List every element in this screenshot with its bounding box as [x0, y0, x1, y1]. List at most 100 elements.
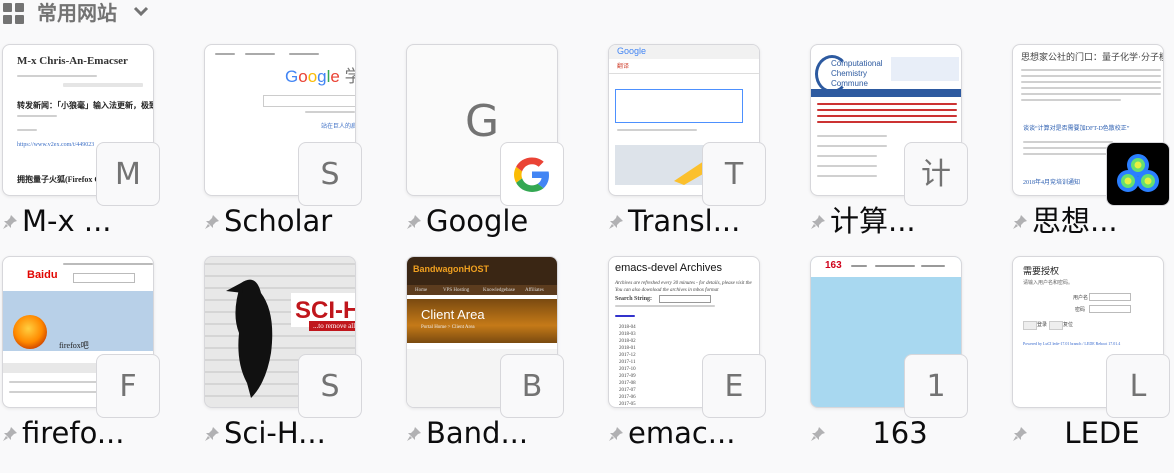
- month-item[interactable]: 2017-06: [619, 395, 636, 401]
- thumb-logo: Google: [617, 46, 647, 56]
- tile-scihub[interactable]: SCI-H ...to remove all S Sci-H...: [204, 256, 362, 456]
- tile-bandwagon[interactable]: BandwagonHOST Home VPS Hosting Knowledge…: [406, 256, 564, 456]
- thumb-sub: ...to remove all: [313, 322, 356, 330]
- nav-home: Home: [415, 288, 428, 293]
- month-item[interactable]: 2017-07: [619, 388, 636, 394]
- raven-icon: [226, 279, 273, 398]
- scholar-logo: Google 学术: [285, 67, 355, 86]
- thumb-title: Computational Chemistry Commune: [831, 59, 883, 88]
- thumb-date: 2018年4月兖培训通知: [1023, 180, 1081, 186]
- thumb-link: 谈谈“计算对是否需要加DFT-D色散校正”: [1023, 126, 1130, 132]
- month-item[interactable]: 2017-08: [619, 381, 636, 387]
- tile-letter: 1: [904, 354, 968, 418]
- tile-mx[interactable]: M-x Chris-An-Emacser 转发新闻：「小狼毫」输入法更新，极致0…: [2, 44, 160, 244]
- thumb-search: Search String:: [615, 296, 653, 302]
- thumb-tab: 翻译: [617, 64, 630, 70]
- grid-icon: [3, 3, 25, 25]
- thumb-intro2: You can also download the archives in mb…: [615, 288, 719, 293]
- tile-label[interactable]: 计算...: [830, 204, 916, 238]
- thumb-footer: Powered by LuCI lede-17.01 branch / LEDE…: [1023, 341, 1121, 346]
- tile-label[interactable]: Transl...: [628, 204, 740, 238]
- pin-icon[interactable]: [608, 214, 624, 230]
- month-item[interactable]: 2018-01: [619, 346, 636, 352]
- tile-label[interactable]: M-x ...: [22, 204, 112, 238]
- thumb-area: Client Area: [421, 307, 485, 322]
- chevron-down-icon[interactable]: [133, 6, 149, 18]
- month-item[interactable]: 2017-05: [619, 402, 636, 407]
- month-item[interactable]: 2017-12: [619, 353, 636, 359]
- tile-google[interactable]: G Google: [406, 44, 564, 244]
- tile-emacs-devel[interactable]: emacs-devel Archives Archives are refres…: [608, 256, 766, 456]
- month-item[interactable]: 2017-10: [619, 367, 636, 373]
- tile-comp-chem[interactable]: Computational Chemistry Commune 计 计算...: [810, 44, 968, 244]
- sobereva-favicon: [1106, 142, 1170, 206]
- pin-icon[interactable]: [406, 214, 422, 230]
- tile-firefox-tieba[interactable]: Baidu firefox吧 F firefo...: [2, 256, 160, 456]
- pin-icon[interactable]: [204, 426, 220, 442]
- month-item[interactable]: 2017-11: [619, 360, 635, 366]
- tile-scholar[interactable]: Google 学术 站在巨人的肩膀上 S Scholar: [204, 44, 362, 244]
- thumb-logo: Baidu: [27, 269, 58, 281]
- pin-icon[interactable]: [2, 214, 18, 230]
- thumb-pass: 密码: [1075, 308, 1086, 313]
- tile-letter: E: [702, 354, 766, 418]
- google-g-icon: [514, 157, 549, 192]
- thumb-name: firefox吧: [59, 341, 89, 350]
- tile-label[interactable]: LEDE: [1042, 416, 1162, 450]
- molecule-orbital-icon: [1117, 154, 1159, 192]
- thumb-sub: 请输入用户名和密码。: [1023, 281, 1074, 286]
- tile-label[interactable]: Band...: [426, 416, 528, 450]
- month-item[interactable]: 2018-02: [619, 339, 636, 345]
- month-item[interactable]: 2017-09: [619, 374, 636, 380]
- tile-lede[interactable]: 需要授权 请输入用户名和密码。 用户名 密码 登录 复位 Powered by …: [1012, 256, 1170, 456]
- month-item[interactable]: 2018-03: [619, 332, 636, 338]
- tile-letter: B: [500, 354, 564, 418]
- thumb-user: 用户名: [1073, 296, 1089, 301]
- thumb-link: https://www.v2ex.com/t/449023: [17, 142, 95, 148]
- tile-letter: M: [96, 142, 160, 206]
- month-item[interactable]: 2018-04: [619, 325, 636, 331]
- pin-icon[interactable]: [1012, 214, 1028, 230]
- tile-letter: S: [298, 354, 362, 418]
- tile-letter: S: [298, 142, 362, 206]
- pin-icon[interactable]: [810, 426, 826, 442]
- tile-label[interactable]: emac...: [628, 416, 735, 450]
- tile-translate[interactable]: Google 翻译 T Transl...: [608, 44, 766, 244]
- nav-kb: Knowledgebase: [483, 288, 515, 293]
- section-header[interactable]: 常用网站: [0, 0, 400, 28]
- pin-icon[interactable]: [204, 214, 220, 230]
- thumb-title: M-x Chris-An-Emacser: [17, 55, 128, 67]
- thumb-headline: 转发新闻：「小狼毫」输入法更新，极致0.11版: [17, 101, 153, 110]
- tile-letter: 计: [904, 142, 968, 206]
- google-favicon: [500, 142, 564, 206]
- thumb-link: 站在巨人的肩膀上: [321, 124, 356, 130]
- tile-sobereva[interactable]: 思想家公社的门口：量子化学·分子模拟 谈谈“计算对是否需要加DFT-D色散校正”…: [1012, 44, 1170, 244]
- thumb-title: 思想家公社的门口：量子化学·分子模拟: [1021, 52, 1164, 62]
- tile-letter: T: [702, 142, 766, 206]
- tile-label[interactable]: 思想...: [1032, 204, 1118, 238]
- tile-label[interactable]: Sci-H...: [224, 416, 326, 450]
- nav-vps: VPS Hosting: [443, 288, 470, 293]
- nav-aff: Affiliates: [525, 288, 544, 293]
- tile-label[interactable]: 163: [840, 416, 960, 450]
- thumb-title: emacs-devel Archives: [615, 262, 722, 274]
- tile-163[interactable]: 163 1 163: [810, 256, 968, 456]
- pin-icon[interactable]: [2, 426, 18, 442]
- pin-icon[interactable]: [406, 426, 422, 442]
- thumb-logo: 163: [825, 260, 842, 271]
- tile-label[interactable]: Google: [426, 204, 528, 238]
- thumb-logo: BandwagonHOST: [413, 264, 489, 274]
- thumb-letter: G: [464, 96, 500, 147]
- thumb-crumb: Portal Home > Client Area: [421, 325, 475, 330]
- pin-icon[interactable]: [810, 214, 826, 230]
- tile-label[interactable]: Scholar: [224, 204, 332, 238]
- pin-icon[interactable]: [1012, 426, 1028, 442]
- section-title: 常用网站: [37, 1, 117, 25]
- tile-label[interactable]: firefo...: [22, 416, 125, 450]
- tile-letter: L: [1106, 354, 1170, 418]
- tile-letter: F: [96, 354, 160, 418]
- thumb-reset: 复位: [1063, 323, 1074, 328]
- thumb-title: 需要授权: [1023, 266, 1060, 276]
- pin-icon[interactable]: [608, 426, 624, 442]
- thumb-login: 登录: [1037, 323, 1048, 328]
